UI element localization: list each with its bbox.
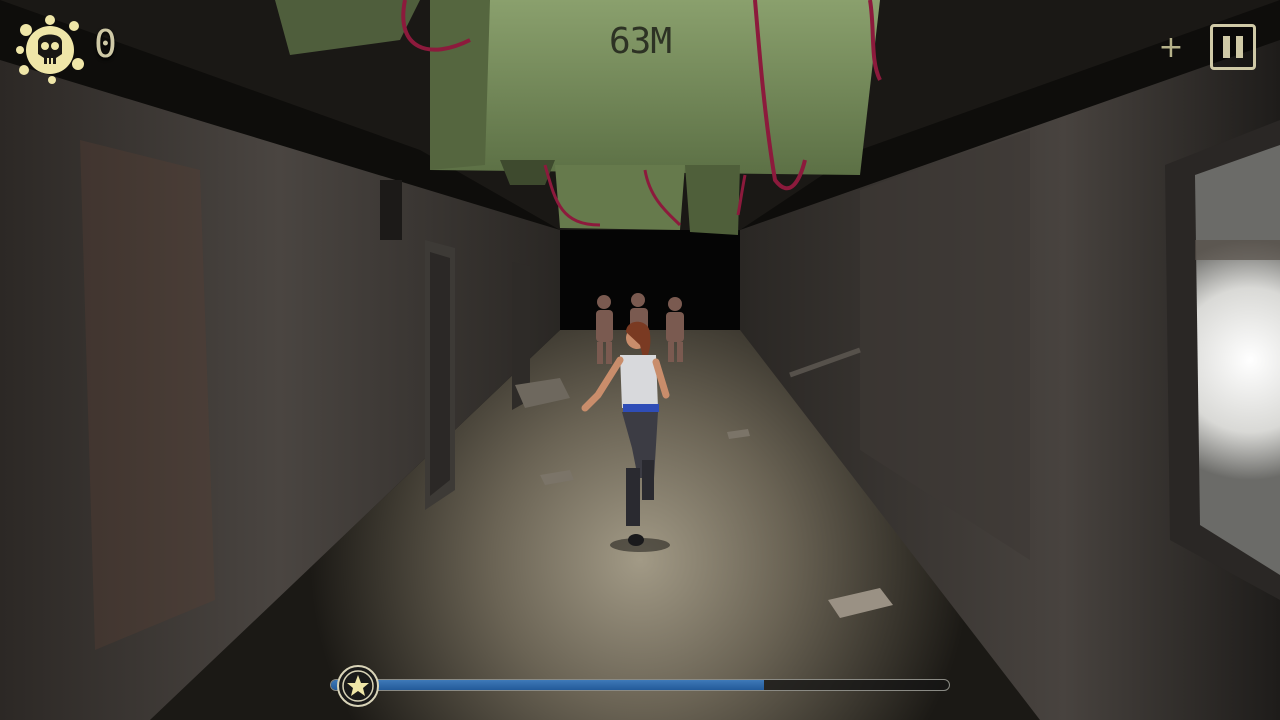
- plus-icon[interactable]: +: [1156, 33, 1186, 64]
- star-icon: [337, 665, 379, 707]
- level-progress-fill: [331, 680, 764, 690]
- skull-splat-icon: [16, 15, 84, 84]
- game-scene: [0, 0, 1280, 720]
- distance-meter: 63M: [608, 21, 672, 62]
- level-progress-bar: [330, 679, 950, 691]
- pause-button[interactable]: [1210, 24, 1256, 70]
- kill-counter: 0: [94, 22, 117, 66]
